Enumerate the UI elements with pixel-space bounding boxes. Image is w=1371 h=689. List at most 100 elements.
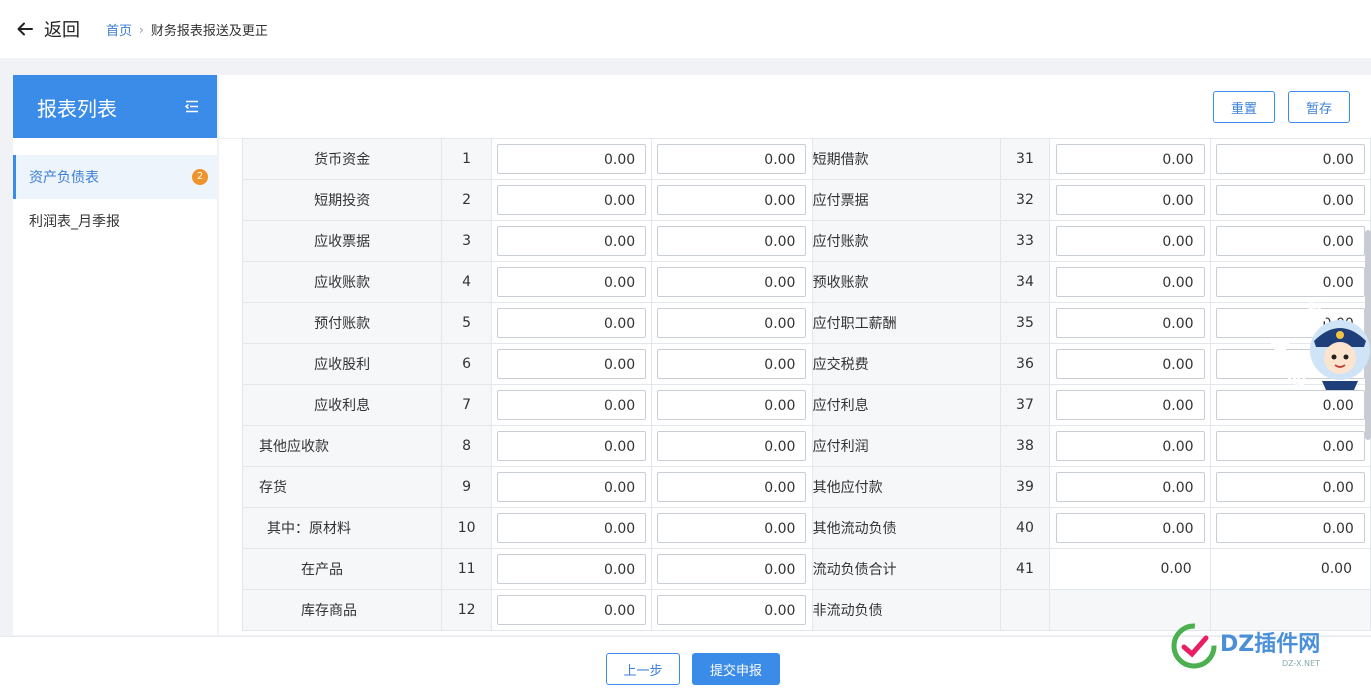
amount-input[interactable]: 0.00 <box>497 185 647 215</box>
amount-input[interactable]: 0.00 <box>1055 144 1205 174</box>
amount-input[interactable]: 0.00 <box>657 349 807 379</box>
amount-input[interactable]: 0.00 <box>1215 185 1365 215</box>
row-number: 10 <box>441 507 493 549</box>
amount-input[interactable]: 0.00 <box>1215 513 1365 543</box>
amount-input[interactable]: 0.00 <box>1055 390 1205 420</box>
row-number: 8 <box>441 425 493 467</box>
amount-input[interactable]: 0.00 <box>1055 226 1205 256</box>
footer-bar: 上一步 提交申报 <box>0 636 1371 689</box>
amount-input[interactable]: 0.00 <box>497 267 647 297</box>
table-row: 应收票据 3 0.00 0.00 应付账款 33 0.00 0.00 <box>241 220 1371 262</box>
amount-input[interactable]: 0.00 <box>1215 267 1365 297</box>
amount-input[interactable]: 0.00 <box>497 390 647 420</box>
amount-input[interactable]: 0.00 <box>657 554 807 584</box>
reset-button[interactable]: 重置 <box>1213 91 1275 123</box>
sidebar-item-label: 利润表_月季报 <box>29 214 120 230</box>
amount-input[interactable]: 0.00 <box>657 267 807 297</box>
amount-input[interactable]: 0.00 <box>497 308 647 338</box>
row-number: 31 <box>999 138 1051 180</box>
submit-button[interactable]: 提交申报 <box>692 653 780 685</box>
mascot-char: 动 <box>1286 364 1306 388</box>
amount-input[interactable]: 0.00 <box>657 595 807 625</box>
amount-input[interactable]: 0.00 <box>497 595 647 625</box>
row-number: 32 <box>999 179 1051 221</box>
breadcrumb: 首页 › 财务报表报送及更正 <box>106 20 268 40</box>
item-name: 应收利息 <box>241 384 443 426</box>
table-row: 应收股利 6 0.00 0.00 应交税费 36 0.00 0.00 <box>241 343 1371 385</box>
item-name: 应付账款 <box>811 220 1001 262</box>
sidebar-item-label: 资产负债表 <box>29 170 99 186</box>
item-name: 其他应付款 <box>811 466 1001 508</box>
main-panel: 重置 暂存 货币资金 1 0.00 0.00 短期借款 31 0.00 0.00… <box>219 75 1371 635</box>
section-heading: 非流动负债 <box>811 589 1001 631</box>
amount-input[interactable]: 0.00 <box>657 513 807 543</box>
amount-input[interactable]: 0.00 <box>657 308 807 338</box>
tax-mascot-icon[interactable]: 征 纳 互 动 <box>1268 295 1371 390</box>
watermark-brand: DZ插件网 <box>1220 632 1320 657</box>
item-name: 存货 <box>241 466 443 508</box>
amount-input[interactable]: 0.00 <box>657 144 807 174</box>
arrow-left-icon <box>17 22 33 36</box>
amount-input[interactable]: 0.00 <box>1055 431 1205 461</box>
item-name: 应付票据 <box>811 179 1001 221</box>
amount-input[interactable]: 0.00 <box>1055 308 1205 338</box>
item-name: 应付利息 <box>811 384 1001 426</box>
breadcrumb-current: 财务报表报送及更正 <box>150 24 268 39</box>
row-number: 4 <box>441 261 493 303</box>
sidebar-item-balance-sheet[interactable]: 资产负债表 2 <box>13 155 217 199</box>
amount-input[interactable]: 0.00 <box>1215 390 1365 420</box>
save-draft-button[interactable]: 暂存 <box>1288 91 1350 123</box>
mascot-char: 征 <box>1306 300 1326 324</box>
item-name: 在产品 <box>241 548 443 590</box>
item-name: 预付账款 <box>241 302 443 344</box>
amount-input[interactable]: 0.00 <box>657 226 807 256</box>
amount-input[interactable]: 0.00 <box>1215 431 1365 461</box>
amount-input[interactable]: 0.00 <box>497 554 647 584</box>
amount-input[interactable]: 0.00 <box>657 390 807 420</box>
table-row: 其中：原材料 10 0.00 0.00 其他流动负债 40 0.00 0.00 <box>241 507 1371 549</box>
amount-input[interactable]: 0.00 <box>1055 185 1205 215</box>
table-row: 应收利息 7 0.00 0.00 应付利息 37 0.00 0.00 <box>241 384 1371 426</box>
breadcrumb-home-link[interactable]: 首页 <box>106 20 132 39</box>
previous-step-button[interactable]: 上一步 <box>606 653 680 685</box>
item-name: 其中：原材料 <box>241 507 443 549</box>
amount-input[interactable]: 0.00 <box>497 513 647 543</box>
amount-input[interactable]: 0.00 <box>1055 513 1205 543</box>
amount-input[interactable]: 0.00 <box>1215 226 1365 256</box>
item-name: 预收账款 <box>811 261 1001 303</box>
amount-input[interactable]: 0.00 <box>497 431 647 461</box>
dz-plugin-watermark-logo: DZ插件网 DZ-X.NET <box>1171 623 1320 669</box>
amount-input[interactable]: 0.00 <box>657 185 807 215</box>
top-bar: 返回 首页 › 财务报表报送及更正 <box>0 0 1371 58</box>
amount-input[interactable]: 0.00 <box>497 349 647 379</box>
menu-collapse-icon[interactable] <box>185 100 199 113</box>
amount-input[interactable]: 0.00 <box>1055 349 1205 379</box>
item-name: 货币资金 <box>241 138 443 180</box>
amount-input[interactable]: 0.00 <box>1055 267 1205 297</box>
amount-input[interactable]: 0.00 <box>497 144 647 174</box>
amount-input[interactable]: 0.00 <box>1215 472 1365 502</box>
amount-input[interactable]: 0.00 <box>657 431 807 461</box>
row-number: 2 <box>441 179 493 221</box>
sidebar-item-income-statement[interactable]: 利润表_月季报 <box>13 199 217 243</box>
item-name: 其他应收款 <box>241 425 443 467</box>
amount-input[interactable]: 0.00 <box>497 226 647 256</box>
row-number: 33 <box>999 220 1051 262</box>
table-row: 存货 9 0.00 0.00 其他应付款 39 0.00 0.00 <box>241 466 1371 508</box>
amount-input[interactable]: 0.00 <box>657 472 807 502</box>
amount-input[interactable]: 0.00 <box>1215 144 1365 174</box>
toolbar: 重置 暂存 <box>219 75 1371 139</box>
row-number: 9 <box>441 466 493 508</box>
item-name: 其他流动负债 <box>811 507 1001 549</box>
row-number: 41 <box>999 548 1051 590</box>
amount-input[interactable]: 0.00 <box>497 472 647 502</box>
table-row: 货币资金 1 0.00 0.00 短期借款 31 0.00 0.00 <box>241 138 1371 180</box>
back-button[interactable]: 返回 <box>16 16 80 42</box>
item-name: 短期借款 <box>811 138 1001 180</box>
row-number: 37 <box>999 384 1051 426</box>
row-number: 3 <box>441 220 493 262</box>
item-name: 库存商品 <box>241 589 443 631</box>
empty-cell <box>999 589 1051 631</box>
amount-input[interactable]: 0.00 <box>1055 472 1205 502</box>
total-value: 0.00 <box>1160 561 1192 577</box>
